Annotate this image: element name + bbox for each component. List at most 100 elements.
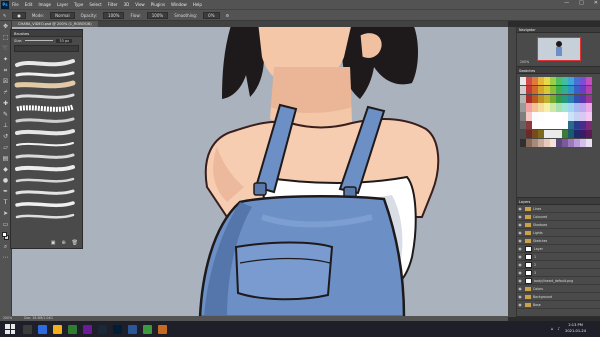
color-swatch[interactable] <box>580 103 586 112</box>
new-group-icon[interactable]: ▣ <box>51 240 56 246</box>
taskbar-app-icon[interactable] <box>98 324 107 334</box>
taskbar-app-icon[interactable] <box>83 324 92 334</box>
swatch-grid[interactable] <box>520 77 592 147</box>
delete-brush-icon[interactable]: 🗑 <box>72 240 78 246</box>
foreground-color-swatch[interactable] <box>2 232 7 237</box>
taskbar-app-icon[interactable] <box>158 324 167 334</box>
crop-icon[interactable]: ⌗ <box>2 67 10 75</box>
color-swatch[interactable] <box>562 138 568 147</box>
color-swatch[interactable] <box>574 121 580 130</box>
color-swatch[interactable] <box>520 77 526 86</box>
network-icon[interactable]: ⌂ <box>551 326 554 331</box>
color-swatch[interactable] <box>532 77 538 86</box>
color-swatch[interactable] <box>550 77 556 86</box>
color-swatch[interactable] <box>550 121 556 130</box>
taskbar-app-icon[interactable] <box>23 324 32 334</box>
layer-row[interactable]: ◉ Lines <box>517 205 600 213</box>
color-swatch[interactable] <box>586 112 592 121</box>
color-swatch[interactable] <box>538 85 544 95</box>
lasso-icon[interactable]: ➰ <box>2 45 10 53</box>
color-swatch[interactable] <box>574 138 580 147</box>
color-swatch[interactable] <box>538 112 544 121</box>
color-swatch[interactable] <box>580 85 586 95</box>
taskbar-app-icon[interactable] <box>68 324 77 334</box>
brush-preset-list[interactable] <box>11 53 82 233</box>
color-swatch[interactable] <box>568 138 574 147</box>
color-swatch[interactable] <box>550 103 556 112</box>
color-swatch[interactable] <box>544 94 550 103</box>
brush-icon[interactable]: ✎ <box>2 111 10 119</box>
mode-select[interactable]: Normal <box>50 11 75 19</box>
color-swatch[interactable] <box>526 94 532 103</box>
minimize-button[interactable]: — <box>564 0 569 6</box>
color-swatch[interactable] <box>550 138 556 147</box>
color-swatch[interactable] <box>544 85 550 95</box>
color-swatch[interactable] <box>532 138 538 147</box>
color-swatch[interactable] <box>556 103 562 112</box>
frame-icon[interactable]: ☒ <box>2 78 10 86</box>
color-swatch[interactable] <box>568 94 574 103</box>
eraser-icon[interactable]: ▱ <box>2 144 10 152</box>
color-swatch[interactable] <box>538 138 544 147</box>
close-button[interactable]: ✕ <box>594 0 598 6</box>
menu-window[interactable]: Window <box>171 2 187 7</box>
pen-icon[interactable]: ✒ <box>2 188 10 196</box>
color-swatch[interactable] <box>574 94 580 103</box>
blur-icon[interactable]: ◆ <box>2 166 10 174</box>
color-swatch[interactable] <box>574 85 580 95</box>
taskbar-app-icon[interactable] <box>38 324 47 334</box>
stamp-icon[interactable]: ⊥ <box>2 122 10 130</box>
color-swatch[interactable] <box>586 94 592 103</box>
color-swatch[interactable] <box>562 129 568 139</box>
layer-row[interactable]: ◉ 1 <box>517 253 600 261</box>
color-swatch[interactable] <box>586 103 592 112</box>
color-swatch[interactable] <box>580 138 586 147</box>
healing-icon[interactable]: ✚ <box>2 100 10 108</box>
color-swatch[interactable] <box>520 94 526 103</box>
layer-row[interactable]: ◉ Coloured <box>517 213 600 221</box>
color-swatch[interactable] <box>550 129 556 139</box>
visibility-eye-icon[interactable]: ◉ <box>517 238 523 243</box>
color-swatch[interactable] <box>580 112 586 121</box>
color-swatch[interactable] <box>544 103 550 112</box>
color-swatch[interactable] <box>568 77 574 86</box>
color-swatch[interactable] <box>556 85 562 95</box>
path-select-icon[interactable]: ➤ <box>2 210 10 218</box>
menu-filter[interactable]: Filter <box>108 2 118 7</box>
start-button[interactable] <box>5 324 15 334</box>
color-swatch[interactable] <box>520 129 526 139</box>
color-swatch[interactable] <box>556 138 562 147</box>
document-canvas[interactable] <box>12 27 508 317</box>
menu-plugins[interactable]: Plugins <box>151 2 165 7</box>
menu-file[interactable]: File <box>12 2 19 7</box>
opacity-input[interactable]: 100% <box>103 11 125 19</box>
color-swatch[interactable] <box>562 112 568 121</box>
color-swatch[interactable] <box>532 129 538 139</box>
brush-preset-picker[interactable]: ● <box>12 11 26 19</box>
color-swatch[interactable] <box>574 103 580 112</box>
color-swatch[interactable] <box>556 112 562 121</box>
history-brush-icon[interactable]: ↺ <box>2 133 10 141</box>
color-swatch[interactable] <box>538 103 544 112</box>
brush-tool-icon[interactable]: ✎ <box>3 13 6 18</box>
size-slider[interactable] <box>25 40 54 41</box>
zoom-icon[interactable]: ⌕ <box>2 243 10 251</box>
color-swatch[interactable] <box>562 77 568 86</box>
color-swatch[interactable] <box>544 77 550 86</box>
smoothing-input[interactable]: 0% <box>203 11 220 19</box>
color-swatch[interactable] <box>586 85 592 95</box>
rectangle-icon[interactable]: ▭ <box>2 221 10 229</box>
quick-select-icon[interactable]: ✦ <box>2 56 10 64</box>
visibility-eye-icon[interactable]: ◉ <box>517 214 523 219</box>
color-swatch[interactable] <box>526 77 532 86</box>
color-swatch[interactable] <box>532 112 538 121</box>
menu-layer[interactable]: Layer <box>57 2 68 7</box>
taskbar-app-icon[interactable] <box>128 324 137 334</box>
color-swatch[interactable] <box>526 138 532 147</box>
brush-search-input[interactable] <box>14 45 79 52</box>
color-swatch[interactable] <box>526 121 532 130</box>
taskbar-app-icon[interactable] <box>53 324 62 334</box>
maximize-button[interactable]: □ <box>579 0 584 6</box>
color-swatch[interactable] <box>580 129 586 139</box>
menu-edit[interactable]: Edit <box>25 2 33 7</box>
